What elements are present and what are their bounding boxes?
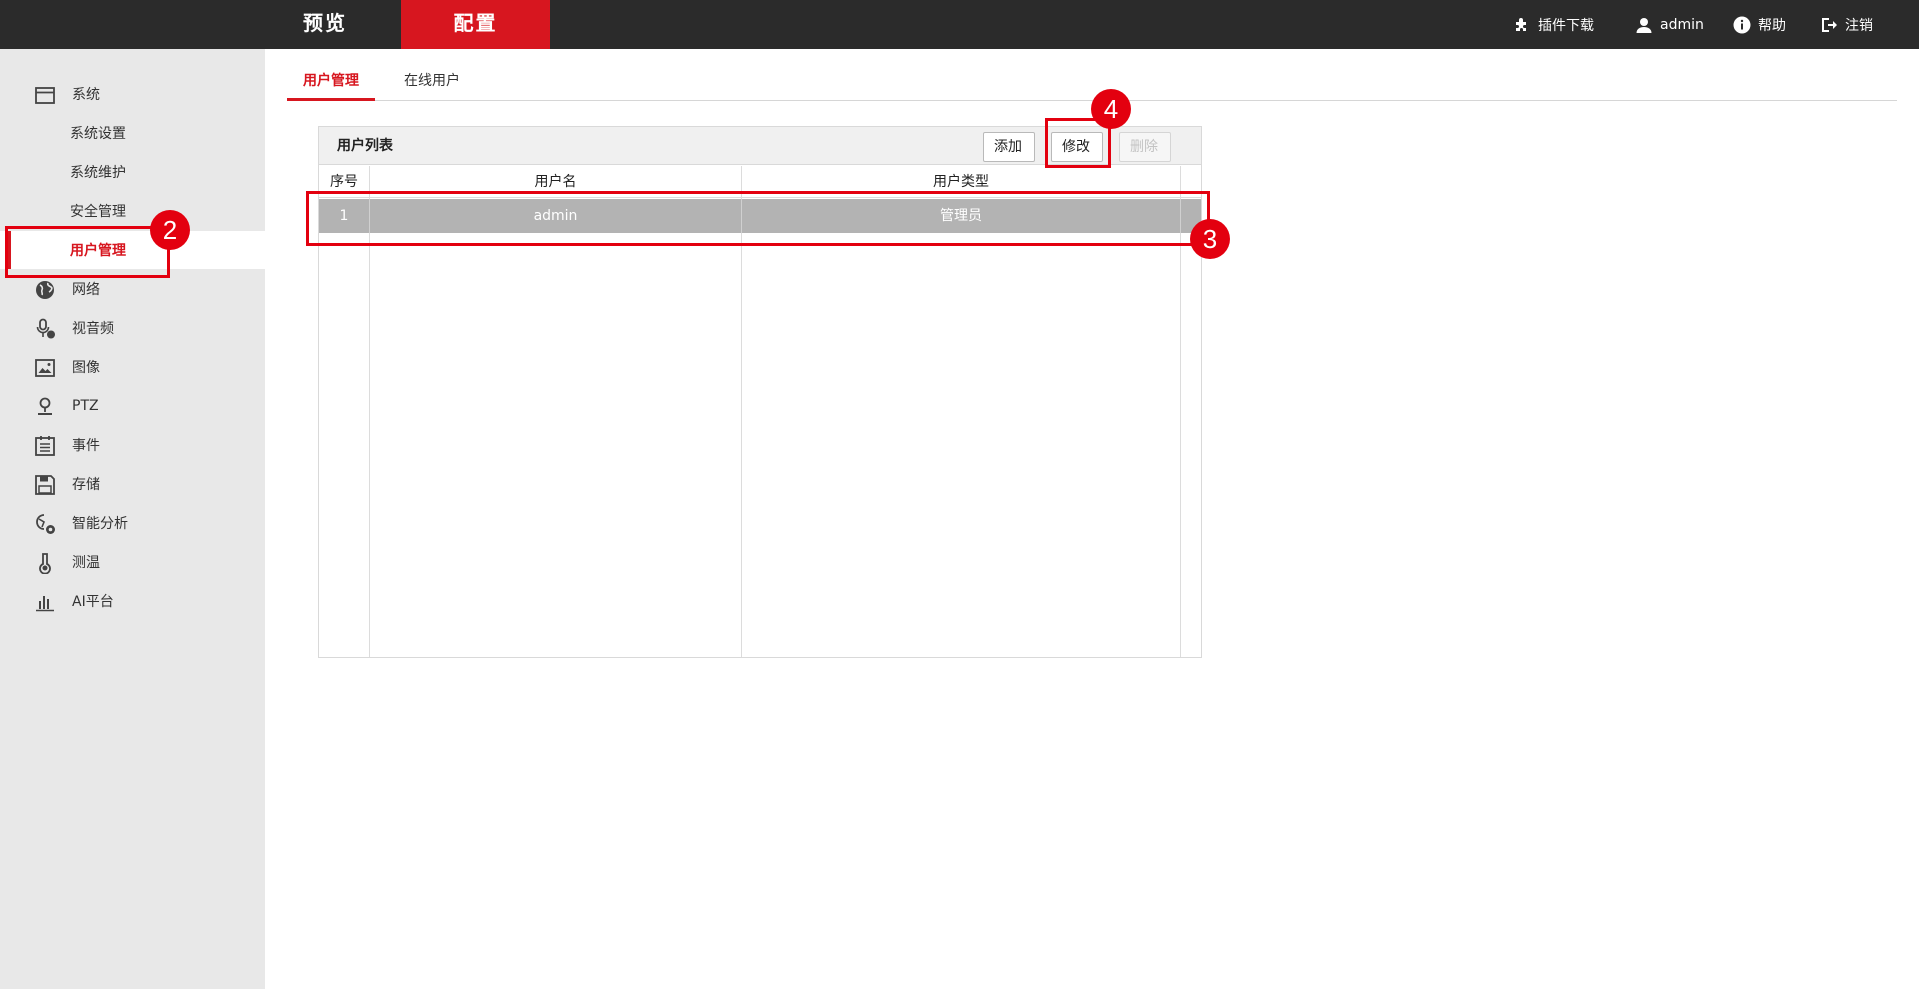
sidebar: 系统 系统设置 系统维护 安全管理 用户管理 网络 视音频 图像 PTZ 事件 … — [0, 49, 265, 989]
edit-user-button[interactable]: 修改 — [1051, 132, 1103, 162]
window-icon — [35, 87, 55, 104]
sidebar-item-security-management[interactable]: 安全管理 — [0, 192, 265, 230]
sidebar-item-user-management[interactable]: 用户管理 — [0, 231, 265, 269]
sidebar-item-temperature[interactable]: 测温 — [0, 543, 265, 581]
sidebar-item-label: 网络 — [72, 282, 100, 298]
sidebar-item-network[interactable]: 网络 — [0, 270, 265, 308]
calendar-icon — [35, 436, 55, 456]
user-list-header: 用户列表 添加 修改 删除 — [319, 127, 1201, 165]
bar-chart-icon — [36, 596, 54, 612]
cell-divider — [1180, 199, 1181, 233]
table-header: 序号 用户名 用户类型 — [319, 166, 1201, 198]
sidebar-item-label: 测温 — [72, 555, 100, 571]
sidebar-item-label: 系统 — [72, 87, 100, 103]
sidebar-item-ai-platform[interactable]: AI平台 — [0, 582, 265, 620]
column-divider — [741, 166, 742, 657]
user-icon — [1636, 17, 1652, 33]
column-header-username: 用户名 — [534, 174, 577, 190]
sidebar-item-system-maintenance[interactable]: 系统维护 — [0, 153, 265, 191]
image-icon — [35, 359, 55, 377]
smart-analysis-icon — [36, 514, 55, 534]
column-divider — [1180, 166, 1181, 657]
cell-user-type: 管理员 — [940, 208, 982, 224]
sidebar-item-label: 事件 — [72, 438, 100, 454]
sidebar-item-label: AI平台 — [72, 594, 114, 610]
sidebar-item-label: 智能分析 — [72, 516, 128, 532]
subtab-bar: 用户管理 在线用户 — [287, 63, 1897, 101]
column-header-index: 序号 — [330, 174, 358, 190]
sidebar-item-storage[interactable]: 存储 — [0, 465, 265, 503]
sidebar-item-image[interactable]: 图像 — [0, 348, 265, 386]
thermometer-icon — [39, 553, 51, 574]
logout-link[interactable]: 注销 — [1820, 0, 1873, 49]
tab-preview[interactable]: 预览 — [265, 0, 385, 49]
sidebar-item-label: 系统设置 — [70, 126, 126, 142]
info-icon — [1733, 16, 1751, 33]
current-user-label: admin — [1660, 16, 1704, 33]
tab-online-users[interactable]: 在线用户 — [387, 63, 477, 100]
sidebar-item-system[interactable]: 系统 — [0, 75, 265, 113]
sidebar-item-system-settings[interactable]: 系统设置 — [0, 114, 265, 152]
logout-icon — [1822, 17, 1837, 32]
plugin-download-label: 插件下载 — [1538, 17, 1594, 34]
sidebar-item-event[interactable]: 事件 — [0, 426, 265, 464]
logout-label: 注销 — [1845, 17, 1873, 34]
table-row[interactable]: 1 admin 管理员 — [319, 199, 1201, 233]
sidebar-item-label: 图像 — [72, 360, 100, 376]
column-divider — [369, 166, 370, 657]
sidebar-item-audio-video[interactable]: 视音频 — [0, 309, 265, 347]
sidebar-item-label: 系统维护 — [70, 165, 126, 181]
column-header-user-type: 用户类型 — [933, 174, 989, 190]
ptz-icon — [38, 397, 52, 415]
sidebar-item-label: 安全管理 — [70, 204, 126, 220]
cell-index: 1 — [339, 208, 349, 224]
microphone-icon — [36, 318, 55, 339]
globe-icon — [36, 281, 54, 299]
help-link[interactable]: 帮助 — [1733, 0, 1786, 49]
sidebar-item-label: PTZ — [72, 398, 99, 414]
delete-user-button[interactable]: 删除 — [1119, 132, 1171, 162]
sidebar-item-smart-analysis[interactable]: 智能分析 — [0, 504, 265, 542]
top-navigation-bar: 预览 配置 插件下载 admin 帮助 注销 — [0, 0, 1919, 49]
sidebar-item-label: 视音频 — [72, 321, 114, 337]
plugin-download-link[interactable]: 插件下载 — [1513, 0, 1594, 49]
puzzle-icon — [1516, 17, 1526, 31]
tab-config[interactable]: 配置 — [401, 0, 550, 49]
sidebar-item-ptz[interactable]: PTZ — [0, 387, 265, 425]
sidebar-item-label: 存储 — [72, 477, 100, 493]
tab-user-management[interactable]: 用户管理 — [287, 63, 375, 101]
sidebar-item-label: 用户管理 — [70, 243, 126, 259]
user-list-panel: 用户列表 添加 修改 删除 序号 用户名 用户类型 1 admin 管理员 — [318, 126, 1202, 658]
current-user-link[interactable]: admin — [1635, 0, 1704, 49]
help-label: 帮助 — [1758, 17, 1786, 34]
user-list-title: 用户列表 — [337, 138, 393, 154]
floppy-icon — [35, 475, 55, 495]
cell-username: admin — [533, 208, 578, 224]
add-user-button[interactable]: 添加 — [983, 132, 1035, 162]
